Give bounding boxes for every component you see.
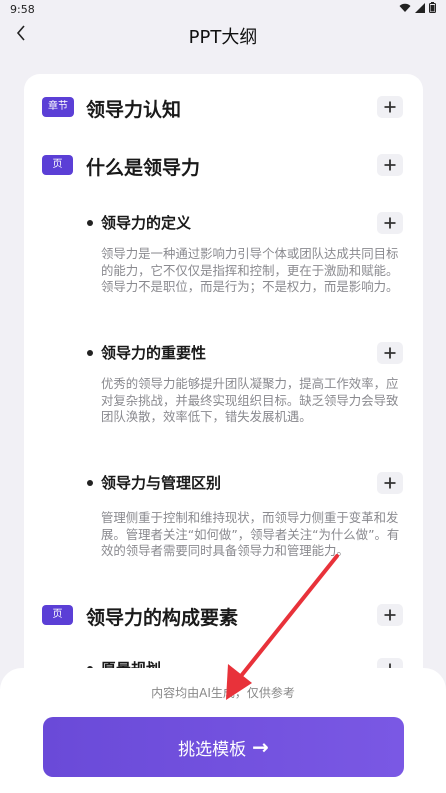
plus-icon	[384, 477, 396, 489]
arrow-right-icon: →	[252, 735, 269, 759]
wifi-icon	[399, 3, 411, 12]
item-body[interactable]: 领导力是一种通过影响力引导个体或团队达成共同目标的能力，它不仅仅是指挥和控制，更…	[101, 246, 401, 296]
item-title[interactable]: 领导力与管理区别	[101, 472, 221, 493]
item-title[interactable]: 领导力的重要性	[101, 342, 206, 363]
page-tag: 页	[42, 605, 73, 625]
ai-disclaimer: 内容均由AI生成，仅供参考	[151, 686, 295, 700]
add-item-button[interactable]	[377, 212, 403, 234]
add-page-button[interactable]	[377, 154, 403, 176]
page-heading[interactable]: 领导力的构成要素	[86, 603, 238, 630]
add-chapter-button[interactable]	[377, 96, 403, 118]
status-bar: 9:58	[0, 0, 446, 18]
choose-template-button[interactable]: 挑选模板 →	[43, 717, 404, 777]
item-body[interactable]: 优秀的领导力能够提升团队凝聚力，提高工作效率，应对复杂挑战，并最终实现组织目标。…	[101, 376, 401, 426]
bottom-panel: 内容均由AI生成，仅供参考 挑选模板 →	[0, 668, 446, 793]
page-tag: 页	[42, 155, 73, 175]
outline-card: 章节 领导力认知 页 什么是领导力 领导力的定义 领导力是一种通过影响力引导个体…	[24, 74, 423, 714]
status-time: 9:58	[10, 3, 35, 16]
page-title: PPT大纲	[188, 27, 258, 48]
plus-icon	[384, 101, 396, 113]
item-title[interactable]: 领导力的定义	[101, 212, 191, 233]
app-header: PPT大纲	[0, 18, 446, 54]
bullet-dot	[87, 220, 93, 226]
cta-label: 挑选模板	[178, 739, 247, 760]
chapter-tag: 章节	[42, 97, 74, 117]
bullet-dot	[87, 350, 93, 356]
battery-icon	[429, 2, 436, 13]
bullet-dot	[87, 480, 93, 486]
add-page-button[interactable]	[377, 604, 403, 626]
plus-icon	[384, 609, 396, 621]
status-icons	[399, 2, 436, 13]
plus-icon	[384, 347, 396, 359]
add-item-button[interactable]	[377, 342, 403, 364]
item-body[interactable]: 管理侧重于控制和维持现状，而领导力侧重于变革和发展。管理者关注“如何做”，领导者…	[101, 510, 401, 560]
plus-icon	[384, 159, 396, 171]
signal-icon	[415, 2, 425, 13]
add-item-button[interactable]	[377, 472, 403, 494]
plus-icon	[384, 217, 396, 229]
page-heading[interactable]: 什么是领导力	[86, 153, 200, 180]
chapter-title[interactable]: 领导力认知	[86, 95, 181, 122]
